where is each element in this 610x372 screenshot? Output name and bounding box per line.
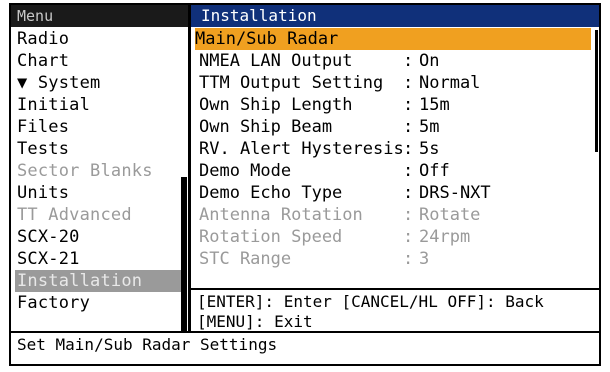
menu-item-factory[interactable]: Factory [17, 292, 182, 314]
installation-panel: Installation Main/Sub Radar NMEA LAN Outp… [191, 5, 599, 331]
panel-title: Installation [191, 5, 599, 27]
setting-label: Own Ship Length [199, 95, 353, 115]
setting-label: RV. Alert Hysteresis [199, 139, 404, 159]
setting-label: Antenna Rotation [199, 205, 363, 225]
setting-value: On [419, 51, 440, 71]
setting-value: 5m [419, 117, 440, 137]
menu-item-scx-20[interactable]: SCX-20 [17, 226, 182, 248]
status-divider [11, 331, 599, 333]
menu-item-sector-blanks: Sector Blanks [17, 161, 153, 181]
setting-separator: : [403, 183, 414, 203]
setting-row-ttm-output-setting[interactable]: TTM Output Setting: Normal [199, 72, 591, 94]
setting-row-antenna-rotation: Antenna Rotation: Rotate [199, 204, 591, 226]
setting-label: STC Range [199, 249, 292, 269]
setting-label: Rotation Speed [199, 227, 343, 247]
setting-value: Normal [419, 73, 481, 93]
menu-item-tt-advanced: TT Advanced [17, 205, 132, 225]
setting-row-demo-echo-type[interactable]: Demo Echo Type: DRS-NXT [199, 182, 591, 204]
setting-row-demo-mode[interactable]: Demo Mode: Off [199, 160, 591, 182]
setting-row-rotation-speed: Rotation Speed:24rpm [199, 226, 591, 248]
setting-label: TTM Output Setting [199, 73, 384, 93]
menu-item-scx-21[interactable]: SCX-21 [17, 248, 182, 270]
setting-separator: : [403, 205, 414, 225]
menu-item-radio[interactable]: Radio [17, 28, 182, 50]
menu-scrollbar[interactable] [181, 177, 187, 331]
menu-item-initial[interactable]: Initial [17, 94, 182, 116]
setting-separator: : [403, 139, 414, 159]
setting-separator: : [403, 51, 414, 71]
menu-item-system[interactable]: ▼ System [17, 72, 182, 94]
setting-value: Rotate [419, 205, 481, 225]
menu-window: Menu Radio Chart ▼ System Initial Files Tests… [9, 3, 601, 366]
setting-row-stc-range: STC Range:3 [199, 248, 591, 270]
setting-value: 5s [419, 139, 440, 159]
setting-value: 24rpm [419, 227, 471, 247]
setting-separator: : [403, 73, 414, 93]
key-help-line-2: [MENU]: Exit [197, 312, 313, 331]
setting-value: 3 [419, 249, 430, 269]
menu-item-tests[interactable]: Tests [17, 138, 182, 160]
panel-scrollbar[interactable] [595, 30, 598, 152]
setting-separator: : [403, 161, 414, 181]
setting-separator: : [403, 249, 414, 269]
key-help-line-1: [ENTER]: Enter [CANCEL/HL OFF]: Back [197, 292, 544, 311]
setting-label: Main/Sub Radar [195, 29, 339, 49]
setting-separator: : [403, 95, 414, 115]
setting-label: NMEA LAN Output [199, 51, 353, 71]
setting-row-main-sub-radar[interactable]: Main/Sub Radar [195, 28, 591, 50]
menu-item-chart[interactable]: Chart [17, 50, 182, 72]
setting-value: 15m [419, 95, 450, 115]
setting-row-rv-alert-hysteresis[interactable]: RV. Alert Hysteresis:5s [199, 138, 591, 160]
menu-title: Menu [11, 5, 188, 27]
key-help: [ENTER]: Enter [CANCEL/HL OFF]: Back [ME… [191, 288, 599, 331]
status-text: Set Main/Sub Radar Settings [17, 335, 278, 354]
menu-item-units[interactable]: Units [17, 182, 182, 204]
setting-row-nmea-lan-output[interactable]: NMEA LAN Output: On [199, 50, 591, 72]
setting-label: Demo Echo Type [199, 183, 343, 203]
main-menu: Menu Radio Chart ▼ System Initial Files Tests… [11, 5, 188, 331]
setting-row-own-ship-length[interactable]: Own Ship Length:15m [199, 94, 591, 116]
setting-value: Off [419, 161, 450, 181]
setting-value: DRS-NXT [419, 183, 491, 203]
setting-row-own-ship-beam[interactable]: Own Ship Beam:5m [199, 116, 591, 138]
menu-item-installation[interactable]: Installation [15, 270, 182, 292]
setting-separator: : [403, 117, 414, 137]
setting-label: Own Ship Beam [199, 117, 333, 137]
menu-item-files[interactable]: Files [17, 116, 182, 138]
setting-separator: : [403, 227, 414, 247]
setting-label: Demo Mode [199, 161, 292, 181]
